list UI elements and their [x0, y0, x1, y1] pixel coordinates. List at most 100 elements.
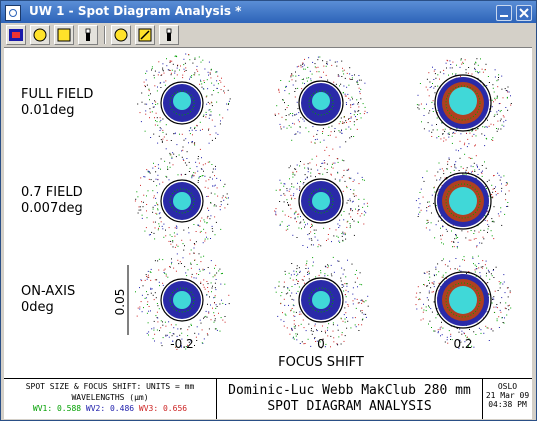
spot-ray-dot — [325, 65, 327, 67]
spot-ray-dot — [346, 187, 348, 189]
spot-ray-dot — [474, 169, 476, 171]
spot-ray-dot — [182, 77, 184, 79]
spot-ray-dot — [180, 263, 182, 264]
close-button[interactable] — [516, 5, 532, 21]
spot-ray-dot — [337, 223, 339, 225]
spot-ray-dot — [448, 74, 449, 76]
spot-ray-dot — [427, 219, 429, 221]
spot-ray-dot — [141, 280, 143, 282]
spot-ray-dot — [507, 86, 509, 88]
spot-ray-dot — [434, 69, 436, 71]
spot-ray-dot — [422, 311, 424, 313]
spot-ray-dot — [193, 175, 195, 177]
spot-ray-dot — [177, 174, 179, 176]
spot-ray-dot — [194, 57, 196, 59]
spot-ray-dot — [324, 265, 326, 267]
spot-ray-dot — [492, 299, 494, 300]
spot-ray-dot — [207, 287, 209, 288]
spot-ray-dot — [465, 237, 467, 239]
pen-icon[interactable] — [135, 25, 155, 45]
spot-ray-dot — [346, 317, 347, 318]
spot-ray-dot — [284, 183, 286, 185]
spot-ray-dot — [214, 282, 216, 284]
spot-ray-dot — [214, 295, 216, 297]
spot-ray-dot — [194, 345, 195, 346]
spot-ray-dot — [152, 190, 154, 192]
spot-ray-dot — [353, 189, 355, 191]
spot-ray-dot — [222, 272, 223, 274]
spot-ray-dot — [340, 214, 342, 216]
spot-ray-dot — [217, 92, 219, 94]
spot-ray-dot — [169, 70, 171, 71]
title-bar[interactable]: UW 1 - Spot Diagram Analysis * — [1, 1, 536, 23]
spot-ray-dot — [426, 219, 428, 221]
spot-ray-dot — [457, 241, 459, 243]
spot-ray-dot — [292, 171, 294, 173]
spot-ray-dot — [426, 78, 428, 80]
spot-ray-dot — [454, 238, 456, 240]
spot-ray-dot — [492, 87, 494, 89]
spot-ray-dot — [332, 162, 334, 164]
spot-grid-icon[interactable] — [6, 25, 26, 45]
spot-ray-dot — [320, 270, 322, 272]
spot-ray-dot — [164, 321, 166, 323]
spot-ray-dot — [365, 212, 367, 214]
spot-ray-dot — [464, 142, 466, 144]
circle-icon-2[interactable] — [111, 25, 131, 45]
spot-ray-dot — [156, 303, 158, 304]
spot-ray-dot — [495, 191, 496, 192]
spot-ray-dot — [147, 294, 149, 296]
spot-ray-dot — [347, 259, 348, 261]
spot-ray-dot — [290, 274, 292, 276]
spot-ray-dot — [343, 314, 345, 316]
spot-ray-dot — [433, 87, 435, 89]
spot-ray-dot — [295, 325, 296, 327]
spot-ray-dot — [290, 217, 292, 219]
spot-ray-dot — [327, 63, 328, 65]
circle-icon[interactable] — [30, 25, 50, 45]
spot-ray-dot — [492, 188, 494, 190]
spot-ray-dot — [473, 331, 475, 333]
spot-ray-dot — [155, 171, 157, 173]
spot-ray-dot — [167, 276, 169, 278]
spot-ray-dot — [322, 60, 324, 62]
spot-ray-dot — [208, 129, 209, 131]
spot-ray-dot — [173, 333, 175, 335]
spot-ray-dot — [314, 142, 316, 144]
spot-ray-dot — [326, 172, 328, 173]
spot-ray-dot — [196, 326, 198, 328]
spot-ray-dot — [440, 326, 442, 328]
spot-ray-dot — [353, 103, 355, 105]
spot-ray-dot — [342, 284, 344, 286]
spot-ray-dot — [151, 69, 152, 71]
spot-ray-dot — [428, 112, 430, 114]
spot-ray-dot — [455, 167, 457, 169]
spot-ray-dot — [343, 160, 345, 162]
spot-ray-dot — [195, 336, 197, 338]
bar-icon-2[interactable] — [159, 25, 179, 45]
minimize-button[interactable] — [496, 5, 512, 21]
spot-ray-dot — [150, 137, 152, 138]
spot-ray-dot — [141, 217, 143, 219]
spot-ray-dot — [145, 297, 147, 299]
bar-icon[interactable] — [78, 25, 98, 45]
spot-ray-dot — [440, 219, 442, 221]
spot-ray-dot — [215, 137, 216, 139]
spot-ray-dot — [337, 329, 339, 331]
spot-ray-dot — [201, 329, 203, 331]
spot-ray-dot — [308, 77, 310, 79]
spot-ray-dot — [461, 63, 463, 65]
spot-ray-dot — [141, 294, 143, 296]
spot-ray-dot — [302, 63, 304, 65]
spot-ray-dot — [158, 223, 160, 225]
spot-ray-dot — [149, 117, 150, 119]
spot-ray-dot — [477, 255, 479, 257]
spot-ray-dot — [327, 79, 329, 81]
spot-ray-dot — [286, 188, 288, 190]
square-icon[interactable] — [54, 25, 74, 45]
spot-ray-dot — [499, 179, 501, 181]
spot-ray-dot — [311, 333, 313, 335]
spot-ray-dot — [188, 232, 190, 234]
spot-ray-dot — [207, 161, 209, 163]
spot-ray-dot — [471, 73, 473, 75]
